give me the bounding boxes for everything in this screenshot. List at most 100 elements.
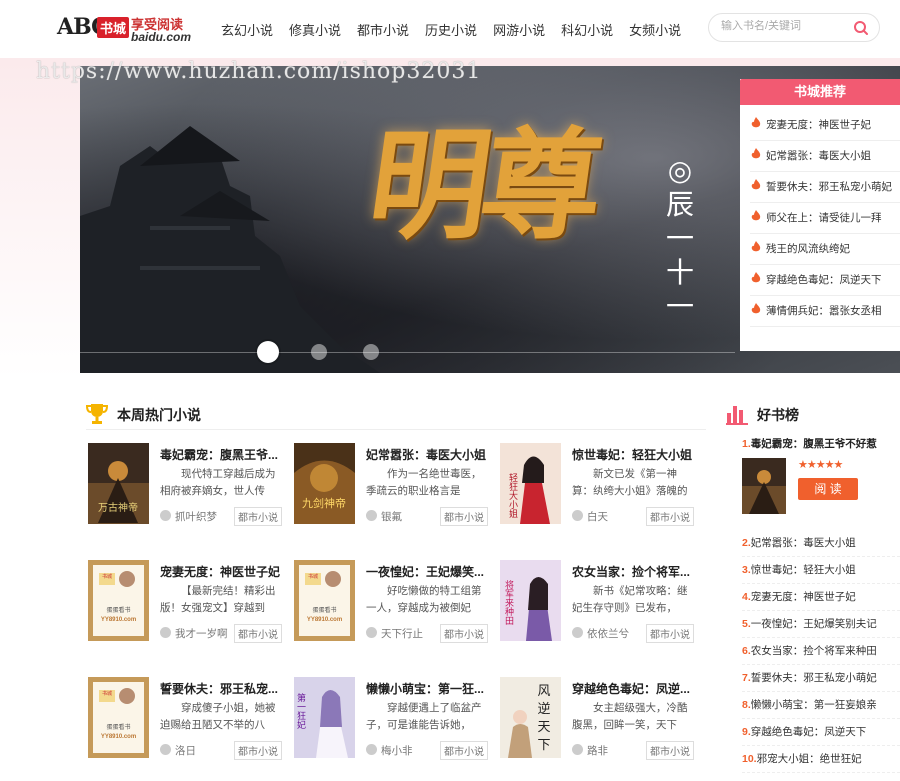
nav-item-nvpin[interactable]: 女频小说: [629, 20, 681, 39]
book-card[interactable]: 书城 蛋蛋看书 YY8910.com 一夜惶妃：王妃爆笑... 好吃懒做的特工组第…: [292, 560, 492, 650]
recommend-item[interactable]: 誓要休夫：邪王私宠小萌妃: [750, 172, 900, 203]
logo-domain: baidu.com: [131, 30, 192, 44]
fire-icon: [751, 117, 761, 128]
fire-icon: [751, 179, 761, 190]
ranking-item[interactable]: 6.农女当家：捡个将军来种田: [742, 638, 900, 665]
book-cover[interactable]: 书城 蛋蛋看书 YY8910.com: [294, 560, 355, 641]
book-cover[interactable]: 九剑神帝: [294, 443, 355, 524]
recommend-item[interactable]: 穿越绝色毒妃：凤逆天下: [750, 265, 900, 296]
book-cover[interactable]: 轻狂大小姐: [500, 443, 561, 524]
nav-item-wangyou[interactable]: 网游小说: [493, 20, 545, 39]
nav-item-xiuzhen[interactable]: 修真小说: [289, 20, 341, 39]
book-card[interactable]: 将军来种田 农女当家：捡个将军... 新书《妃常攻略：继妃生存守则》已发布，求.…: [498, 560, 698, 650]
recommend-item[interactable]: 宠妻无度：神医世子妃: [750, 110, 900, 141]
read-button[interactable]: 阅 读: [798, 478, 858, 500]
book-card[interactable]: 万古神帝 毒妃霸宠：腹黑王爷... 现代特工穿越后成为相府被弃嫡女，世人传她..…: [86, 443, 286, 533]
cover-art-fengni-tianxia: 风 逆 天 下: [500, 677, 561, 758]
carousel-dot-2[interactable]: [311, 344, 327, 360]
author-avatar-icon: [366, 510, 377, 521]
book-card[interactable]: 风 逆 天 下 穿越绝色毒妃：凤逆... 女主超级强大，冷酷腹黑，回眸一笑，天下…: [498, 677, 698, 767]
book-cover[interactable]: 万古神帝: [88, 443, 149, 524]
book-card[interactable]: 九剑神帝 妃常嚣张：毒医大小姐 作为一名绝世毒医，季疏云的职业格言是——... …: [292, 443, 492, 533]
carousel-track: [80, 352, 735, 353]
svg-text:下: 下: [537, 738, 550, 753]
logo-badge: 书城: [97, 17, 130, 38]
cover-art-red-lady: 轻狂大小姐: [500, 443, 561, 524]
book-cover[interactable]: 书城 蛋蛋看书 YY8910.com: [88, 677, 149, 758]
ranking-item[interactable]: 4.宠妻无度：神医世子妃: [742, 584, 900, 611]
ranking-top-cover[interactable]: [742, 458, 786, 514]
book-title[interactable]: 毒妃霸宠：腹黑王爷...: [160, 446, 284, 463]
book-title[interactable]: 宠妻无度：神医世子妃: [160, 563, 284, 580]
book-card[interactable]: 书城 蛋蛋看书 YY8910.com 宠妻无度：神医世子妃 【最新完结！精彩出版！…: [86, 560, 286, 650]
author-avatar-icon: [572, 510, 583, 521]
placeholder-cover: 书城 蛋蛋看书 YY8910.com: [294, 560, 355, 641]
recommend-item[interactable]: 师父在上：请受徒儿一拜: [750, 203, 900, 234]
ranking-item[interactable]: 3.惊世毒妃：轻狂大小姐: [742, 557, 900, 584]
book-desc: 好吃懒做的特工组第一人，穿越成为被倒妃陷...: [366, 585, 482, 614]
author-avatar-icon: [366, 627, 377, 638]
book-category-tag[interactable]: 都市小说: [234, 624, 282, 643]
book-title[interactable]: 穿越绝色毒妃：凤逆...: [572, 680, 696, 697]
site-logo[interactable]: ABC 书城 享受阅读 baidu.com: [57, 12, 192, 46]
cover-art-white-lady: 第一狂妃: [294, 677, 355, 758]
book-title[interactable]: 妃常嚣张：毒医大小姐: [366, 446, 490, 463]
book-card[interactable]: 第一狂妃 懒懒小萌宝：第一狂... 穿越便遇上了临盆产子，可是谁能告诉她， 梅小…: [292, 677, 492, 767]
ranking-item-top[interactable]: 1.毒妃霸宠：腹黑王爷不好惹: [742, 436, 900, 454]
book-category-tag[interactable]: 都市小说: [646, 624, 694, 643]
recommend-item[interactable]: 残王的风流纨绔妃: [750, 234, 900, 265]
nav-item-dushi[interactable]: 都市小说: [357, 20, 409, 39]
svg-text:天: 天: [537, 720, 550, 735]
book-category-tag[interactable]: 都市小说: [646, 507, 694, 526]
book-title[interactable]: 农女当家：捡个将军...: [572, 563, 696, 580]
fire-icon: [751, 272, 761, 283]
carousel-dot-3[interactable]: [363, 344, 379, 360]
book-title[interactable]: 一夜惶妃：王妃爆笑...: [366, 563, 490, 580]
ranking-item[interactable]: 2.妃常嚣张：毒医大小姐: [742, 530, 900, 557]
book-title[interactable]: 惊世毒妃：轻狂大小姐: [572, 446, 696, 463]
book-desc: 新书《妃常攻略：继妃生存守则》已发布，求...: [572, 585, 688, 614]
hot-section-title: 本周热门小说: [117, 407, 201, 423]
bar-chart-icon: [726, 406, 748, 425]
author-avatar-icon: [160, 744, 171, 755]
book-author: 洛日: [160, 743, 196, 758]
nav-item-xuanhuan[interactable]: 玄幻小说: [221, 20, 273, 39]
book-card[interactable]: 轻狂大小姐 惊世毒妃：轻狂大小姐 新文已发《第一神算：纨绔大小姐》落魄的变...…: [498, 443, 698, 533]
book-category-tag[interactable]: 都市小说: [440, 741, 488, 760]
ranking-item[interactable]: 10.邪宠大小姐：绝世狂妃: [742, 746, 900, 773]
book-desc: 作为一名绝世毒医，季疏云的职业格言是——...: [366, 468, 482, 497]
recommend-panel: 书城推荐 宠妻无度：神医世子妃 妃常嚣张：毒医大小姐 誓要休夫：邪王私宠小萌妃 …: [740, 79, 900, 351]
book-category-tag[interactable]: 都市小说: [234, 507, 282, 526]
book-category-tag[interactable]: 都市小说: [646, 741, 694, 760]
ranking-item[interactable]: 8.懒懒小萌宝：第一狂妄娘亲: [742, 692, 900, 719]
book-title[interactable]: 懒懒小萌宝：第一狂...: [366, 680, 490, 697]
book-cover[interactable]: 风 逆 天 下: [500, 677, 561, 758]
book-category-tag[interactable]: 都市小说: [440, 507, 488, 526]
book-category-tag[interactable]: 都市小说: [234, 741, 282, 760]
recommend-item[interactable]: 妃常嚣张：毒医大小姐: [750, 141, 900, 172]
search-box: [708, 13, 880, 42]
cover-art-dragon: 九剑神帝: [294, 443, 355, 524]
banner-book-title: 明尊: [360, 115, 604, 256]
ranking-item[interactable]: 5.一夜惶妃：王妃爆笑别夫记: [742, 611, 900, 638]
nav-item-lishi[interactable]: 历史小说: [425, 20, 477, 39]
book-author: 银氟: [366, 509, 402, 524]
carousel-dot-1[interactable]: [257, 341, 279, 363]
book-category-tag[interactable]: 都市小说: [440, 624, 488, 643]
cover-art-warrior-small: [742, 458, 786, 514]
ranking-item[interactable]: 9.穿越绝色毒妃：凤逆天下: [742, 719, 900, 746]
book-cover[interactable]: 书城 蛋蛋看书 YY8910.com: [88, 560, 149, 641]
book-cover[interactable]: 将军来种田: [500, 560, 561, 641]
book-author: 路非: [572, 743, 608, 758]
recommend-item[interactable]: 薄情佣兵妃：嚣张女丞相: [750, 296, 900, 327]
book-card[interactable]: 书城 蛋蛋看书 YY8910.com 誓要休夫：邪王私宠... 穿成傻子小姐，她被…: [86, 677, 286, 767]
search-icon[interactable]: [853, 20, 869, 36]
book-author: 抓叶织梦: [160, 509, 217, 524]
book-desc: 【最新完结！精彩出版！女强宠文】穿越到: [160, 585, 276, 614]
nav-item-kehuan[interactable]: 科幻小说: [561, 20, 613, 39]
ranking-item[interactable]: 7.誓要休夫：邪王私宠小萌妃: [742, 665, 900, 692]
book-cover[interactable]: 第一狂妃: [294, 677, 355, 758]
svg-text:风: 风: [537, 684, 550, 699]
book-title[interactable]: 誓要休夫：邪王私宠...: [160, 680, 284, 697]
search-input[interactable]: [721, 20, 841, 32]
